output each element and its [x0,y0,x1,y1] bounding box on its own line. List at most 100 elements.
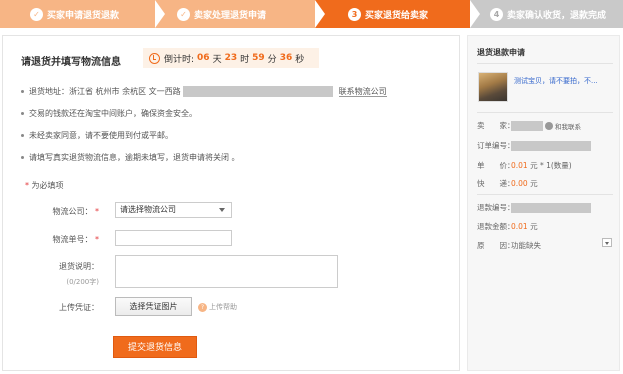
step-3-label: 买家退货给卖家 [365,10,429,21]
product-thumbnail[interactable] [478,72,508,102]
tracking-label-text: 物流单号： [52,235,93,244]
divider [477,112,613,113]
reason-key: 原 因： [477,241,515,250]
submit-return-button[interactable]: 提交退货信息 [113,336,197,358]
required-note: * 为必填项 [25,180,64,191]
redacted-address [182,86,333,97]
bullet-icon [21,156,24,159]
price-suffix: 元 * 1(数量) [530,161,572,170]
refund-number-row: 退款编号： [477,202,591,213]
step-2: ✓ 卖家处理退货申请 [155,0,315,28]
upload-help-text: 上传帮助 [209,303,237,311]
countdown-hours-unit: 时 [240,54,250,65]
step-4-label: 卖家确认收货，退款完成 [507,10,607,21]
redacted-order-number [511,140,591,151]
bullet-icon [21,134,24,137]
address-text: 退货地址：浙江省 杭州市 余杭区 文一西路 [29,87,181,96]
countdown-timer: 倒计时: 06 天 23 时 59 分 36 秒 [143,48,319,68]
redacted-refund-number [511,202,591,213]
refund-summary-sidebar: 退货退款申请 测试宝贝，请不要拍，不... 卖 家： 和我联系 订单编号： 单 … [467,35,620,371]
contact-logistics-link[interactable]: 联系物流公司 [338,87,387,97]
note-item: 交易的钱款还在淘宝中间账户，确保资金安全。 [21,108,197,119]
refund-number-key: 退款编号： [477,203,515,212]
countdown-seconds: 36 [279,53,293,63]
step-arrow [305,0,315,28]
note-text: 未经卖家同意，请不要使用到付或平邮。 [29,131,173,140]
step-2-label: 卖家处理退货申请 [194,10,267,21]
return-remark-textarea[interactable] [115,255,338,288]
clock-icon [149,52,160,64]
step-1: ✓ 买家申请退货退款 [0,0,155,28]
check-icon: ✓ [30,7,43,21]
step-1-label: 买家申请退货退款 [47,10,120,21]
divider [477,194,613,195]
sidebar-title: 退货退款申请 [477,48,525,57]
chat-icon [545,121,553,130]
order-row: 订单编号： [477,140,591,151]
countdown-label: 倒计时: [164,54,195,65]
required-star: * [25,181,29,190]
return-form-panel: 请退货并填写物流信息 倒计时: 06 天 23 时 59 分 36 秒 退货地址… [2,35,460,371]
required-star: * [95,207,99,216]
refund-amount-key: 退款金额： [477,222,515,231]
upload-help[interactable]: ? 上传帮助 [198,302,237,312]
step-4-number: 4 [490,7,503,21]
shipping-value: 0.00 [511,179,528,188]
product-link[interactable]: 测试宝贝，请不要拍，不... [514,76,614,86]
countdown-minutes-unit: 分 [267,54,277,65]
refund-amount-row: 退款金额： 0.01 元 [477,221,538,232]
reason-value: 功能缺失 [511,241,541,250]
step-3-number: 3 [348,7,361,21]
countdown-days: 06 [197,53,210,63]
seller-row: 卖 家： 和我联系 [477,120,581,131]
refund-amount-value: 0.01 [511,222,528,231]
price-row: 单 价： 0.01 元 * 1(数量) [477,160,572,171]
chevron-down-icon [219,208,225,212]
help-icon: ? [198,302,207,312]
note-item: 请填写真实退货物流信息，逾期未填写，退货申请将关闭 。 [21,152,240,163]
countdown-hours: 23 [224,53,238,63]
bullet-icon [21,112,24,115]
step-divider [470,0,480,28]
remark-label: 退货说明： [59,262,99,271]
note-text: 请填写真实退货物流信息，逾期未填写，退货申请将关闭 。 [29,153,240,162]
return-address: 退货地址：浙江省 杭州市 余杭区 文一西路 联系物流公司 [21,86,387,97]
refund-amount-suffix: 元 [530,222,538,231]
step-4: 4 卖家确认收货，退款完成 [470,0,623,28]
company-label: 物流公司： * [3,206,99,217]
shipping-suffix: 元 [530,179,538,188]
countdown-days-unit: 天 [212,54,222,65]
remark-counter: (0/200字) [66,278,99,286]
company-label-text: 物流公司： [52,207,93,216]
step-divider [315,0,325,28]
seller-key: 卖 家： [477,121,515,130]
step-arrow [145,0,155,28]
shipping-row: 快 递： 0.00 元 [477,178,538,189]
countdown-minutes: 59 [252,53,265,63]
reason-row: 原 因： 功能缺失 [477,240,541,251]
note-item: 未经卖家同意，请不要使用到付或平邮。 [21,130,173,141]
contact-seller-badge[interactable]: 和我联系 [545,121,581,131]
bullet-icon [21,90,24,93]
reason-expand-dropdown[interactable] [602,238,612,247]
required-star: * [95,235,99,244]
check-icon: ✓ [177,7,190,21]
logistics-company-select[interactable]: 请选择物流公司 [115,202,232,218]
contact-seller-text: 和我联系 [555,122,581,131]
logistics-company-value: 请选择物流公司 [120,205,176,214]
divider [477,63,613,64]
note-text: 交易的钱款还在淘宝中间账户，确保资金安全。 [29,109,197,118]
upload-label: 上传凭证： [59,303,99,312]
price-key: 单 价： [477,161,515,170]
step-divider [155,0,165,28]
redacted-seller [511,120,543,131]
price-value: 0.01 [511,161,528,170]
step-arrow [460,0,470,28]
choose-image-button[interactable]: 选择凭证图片 [115,297,192,316]
order-key: 订单编号： [477,141,515,150]
step-3: 3 买家退货给卖家 [315,0,470,28]
tracking-number-input[interactable] [115,230,232,246]
required-note-text: 为必填项 [31,181,64,190]
shipping-key: 快 递： [477,179,515,188]
countdown-seconds-unit: 秒 [295,54,305,65]
